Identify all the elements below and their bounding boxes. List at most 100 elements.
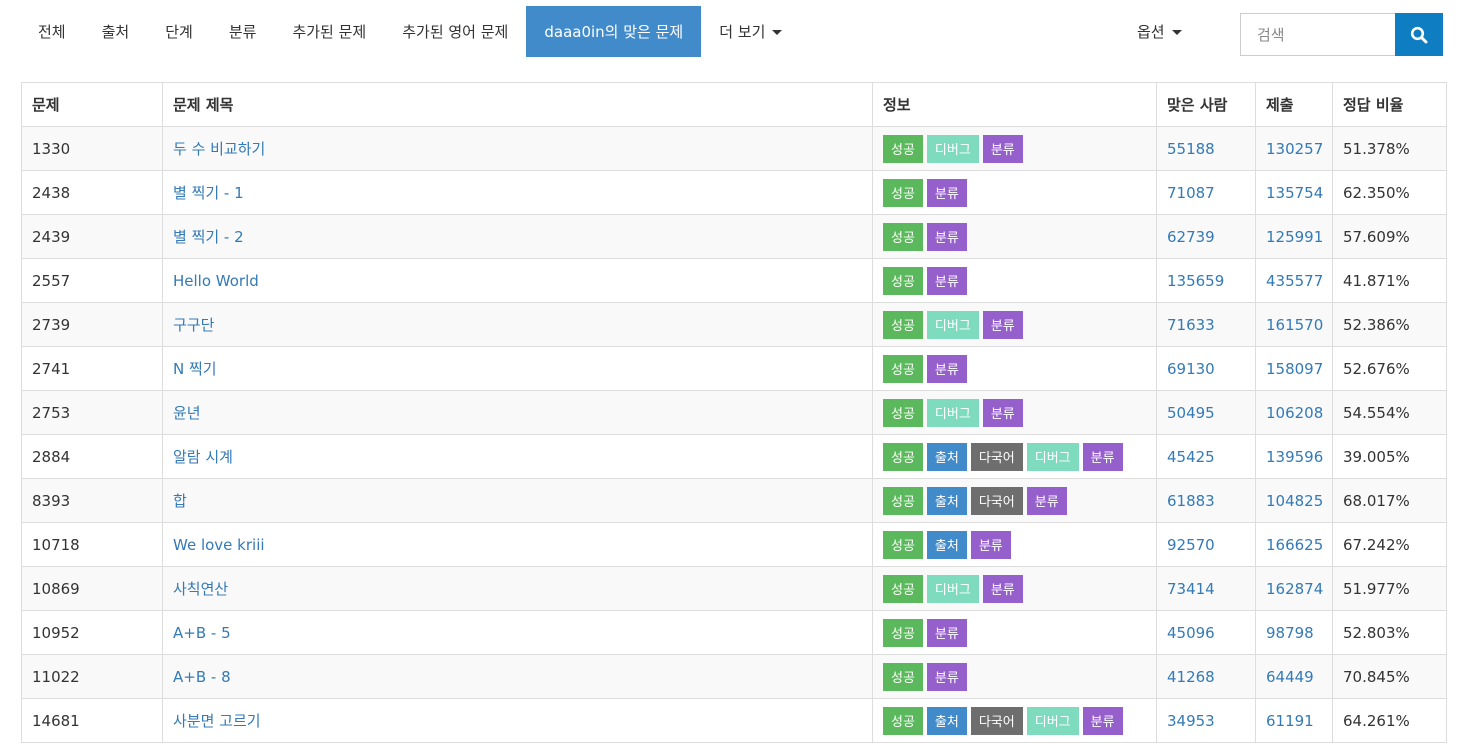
problem-title-link[interactable]: A+B - 5 xyxy=(173,624,231,642)
tab-source[interactable]: 출처 xyxy=(84,6,148,57)
tab-level[interactable]: 단계 xyxy=(147,6,211,57)
submit-count-link[interactable]: 61191 xyxy=(1266,712,1314,730)
correct-count-link[interactable]: 45096 xyxy=(1167,624,1215,642)
problem-title-link[interactable]: 알람 시계 xyxy=(173,448,233,466)
badge-class[interactable]: 분류 xyxy=(1026,486,1067,515)
badge-success[interactable]: 성공 xyxy=(883,178,923,207)
problem-title-link[interactable]: 별 찍기 - 2 xyxy=(173,228,244,246)
correct-count-link[interactable]: 34953 xyxy=(1167,712,1215,730)
badge-success[interactable]: 성공 xyxy=(883,486,923,515)
problem-title-link[interactable]: 윤년 xyxy=(173,404,201,422)
problem-title-link[interactable]: N 찍기 xyxy=(173,360,217,378)
problem-title-link[interactable]: 합 xyxy=(173,492,187,510)
search-input[interactable] xyxy=(1240,13,1395,56)
badge-success[interactable]: 성공 xyxy=(883,398,923,427)
badge-success[interactable]: 성공 xyxy=(883,442,923,471)
problem-title-link[interactable]: 두 수 비교하기 xyxy=(173,140,265,158)
badge-debug[interactable]: 디버그 xyxy=(926,310,979,339)
submit-count-link[interactable]: 106208 xyxy=(1266,404,1323,422)
badge-debug[interactable]: 디버그 xyxy=(1026,442,1079,471)
problem-title-link[interactable]: 별 찍기 - 1 xyxy=(173,184,244,202)
tab-all[interactable]: 전체 xyxy=(20,6,84,57)
correct-count-link[interactable]: 50495 xyxy=(1167,404,1215,422)
tab-category[interactable]: 분류 xyxy=(211,6,275,57)
correct-count-link[interactable]: 69130 xyxy=(1167,360,1215,378)
badge-class[interactable]: 분류 xyxy=(926,662,967,691)
badge-success[interactable]: 성공 xyxy=(883,310,923,339)
badge-source[interactable]: 출처 xyxy=(926,706,967,735)
badge-class[interactable]: 분류 xyxy=(1082,442,1123,471)
correct-count-link[interactable]: 92570 xyxy=(1167,536,1215,554)
submit-count-link[interactable]: 125991 xyxy=(1266,228,1323,246)
badge-debug[interactable]: 디버그 xyxy=(1026,706,1079,735)
badge-success[interactable]: 성공 xyxy=(883,354,923,383)
correct-count-link[interactable]: 45425 xyxy=(1167,448,1215,466)
badge-success[interactable]: 성공 xyxy=(883,574,923,603)
submit-count-link[interactable]: 130257 xyxy=(1266,140,1323,158)
badge-success[interactable]: 성공 xyxy=(883,134,923,163)
col-header-id[interactable]: 문제 xyxy=(21,82,163,127)
badge-class[interactable]: 분류 xyxy=(926,354,967,383)
badge-class[interactable]: 분류 xyxy=(926,178,967,207)
badge-multi[interactable]: 다국어 xyxy=(970,442,1023,471)
badge-class[interactable]: 분류 xyxy=(926,222,967,251)
col-header-title[interactable]: 문제 제목 xyxy=(162,82,873,127)
badge-multi[interactable]: 다국어 xyxy=(970,706,1023,735)
problem-title-link[interactable]: 사칙연산 xyxy=(173,580,228,598)
badge-success[interactable]: 성공 xyxy=(883,530,923,559)
badge-success[interactable]: 성공 xyxy=(883,618,923,647)
correct-count-link[interactable]: 62739 xyxy=(1167,228,1215,246)
tab-added-problems[interactable]: 추가된 문제 xyxy=(274,6,384,57)
badge-class[interactable]: 분류 xyxy=(970,530,1011,559)
badge-class[interactable]: 분류 xyxy=(1082,706,1123,735)
submit-count-link[interactable]: 139596 xyxy=(1266,448,1323,466)
submit-count-link[interactable]: 104825 xyxy=(1266,492,1323,510)
submit-count-link[interactable]: 158097 xyxy=(1266,360,1323,378)
more-dropdown[interactable]: 더 보기 xyxy=(701,6,800,57)
submit-count-link[interactable]: 161570 xyxy=(1266,316,1323,334)
badge-debug[interactable]: 디버그 xyxy=(926,134,979,163)
col-header-submit[interactable]: 제출 xyxy=(1255,82,1333,127)
problem-title-link[interactable]: 구구단 xyxy=(173,316,214,334)
tab-added-english-problems[interactable]: 추가된 영어 문제 xyxy=(384,6,526,57)
col-header-ratio[interactable]: 정답 비율 xyxy=(1332,82,1447,127)
submit-count-link[interactable]: 435577 xyxy=(1266,272,1323,290)
problem-title-link[interactable]: A+B - 8 xyxy=(173,668,231,686)
problem-title-link[interactable]: We love kriii xyxy=(173,536,265,554)
badge-success[interactable]: 성공 xyxy=(883,266,923,295)
badge-class[interactable]: 분류 xyxy=(982,310,1023,339)
badge-success[interactable]: 성공 xyxy=(883,662,923,691)
badge-source[interactable]: 출처 xyxy=(926,442,967,471)
badge-debug[interactable]: 디버그 xyxy=(926,574,979,603)
badge-source[interactable]: 출처 xyxy=(926,486,967,515)
submit-count-link[interactable]: 162874 xyxy=(1266,580,1323,598)
badge-class[interactable]: 분류 xyxy=(926,618,967,647)
correct-count-link[interactable]: 55188 xyxy=(1167,140,1215,158)
badge-class[interactable]: 분류 xyxy=(982,574,1023,603)
col-header-correct[interactable]: 맞은 사람 xyxy=(1156,82,1256,127)
col-header-info[interactable]: 정보 xyxy=(872,82,1157,127)
badge-success[interactable]: 성공 xyxy=(883,706,923,735)
badge-debug[interactable]: 디버그 xyxy=(926,398,979,427)
search-button[interactable] xyxy=(1395,13,1443,56)
submit-count-link[interactable]: 166625 xyxy=(1266,536,1323,554)
problem-title-link[interactable]: Hello World xyxy=(173,272,259,290)
correct-count-link[interactable]: 61883 xyxy=(1167,492,1215,510)
submit-count-link[interactable]: 64449 xyxy=(1266,668,1314,686)
options-dropdown[interactable]: 옵션 xyxy=(1125,6,1194,57)
correct-count-link[interactable]: 71633 xyxy=(1167,316,1215,334)
badge-success[interactable]: 성공 xyxy=(883,222,923,251)
badge-class[interactable]: 분류 xyxy=(982,134,1023,163)
correct-count-link[interactable]: 71087 xyxy=(1167,184,1215,202)
correct-count-link[interactable]: 73414 xyxy=(1167,580,1215,598)
correct-count-link[interactable]: 41268 xyxy=(1167,668,1215,686)
problem-title-link[interactable]: 사분면 고르기 xyxy=(173,712,261,730)
submit-count-link[interactable]: 98798 xyxy=(1266,624,1314,642)
badge-class[interactable]: 분류 xyxy=(982,398,1023,427)
badge-class[interactable]: 분류 xyxy=(926,266,967,295)
correct-count-link[interactable]: 135659 xyxy=(1167,272,1224,290)
badge-source[interactable]: 출처 xyxy=(926,530,967,559)
tab-solved-problems[interactable]: daaa0in의 맞은 문제 xyxy=(526,6,702,57)
submit-count-link[interactable]: 135754 xyxy=(1266,184,1323,202)
badge-multi[interactable]: 다국어 xyxy=(970,486,1023,515)
